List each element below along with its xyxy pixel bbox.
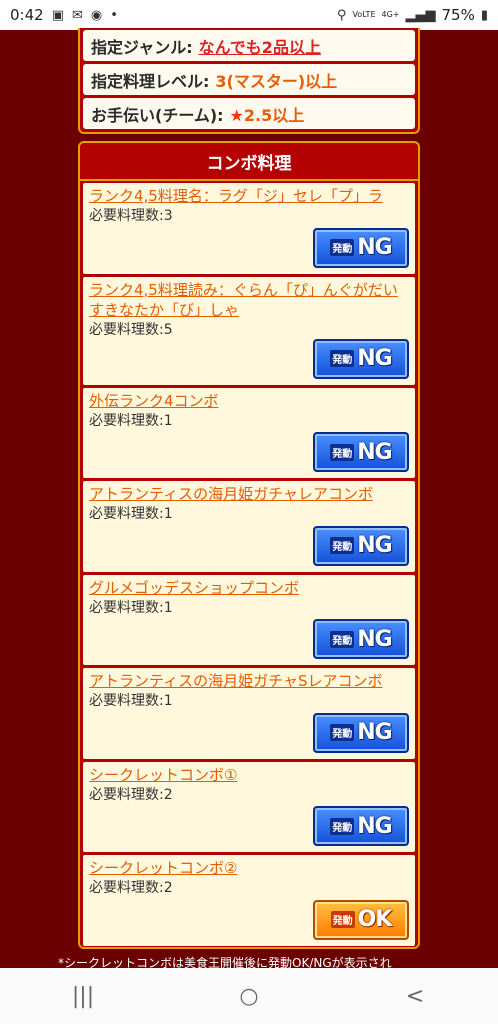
criteria-helper: お手伝い(チーム): ★2.5以上	[83, 98, 415, 129]
status-badge-ok: 発動 OK	[313, 899, 409, 940]
combo-item: アトランティスの海月姫ガチャレアコンボ 必要料理数:1 発動 NG	[83, 481, 415, 572]
combo-name-link[interactable]: シークレットコンボ①	[89, 765, 409, 785]
criteria-level: 指定料理レベル: 3(マスター)以上	[83, 64, 415, 95]
home-button[interactable]: ○	[219, 984, 279, 1009]
combo-item: 外伝ランク4コンボ 必要料理数:1 発動 NG	[83, 387, 415, 478]
criteria-genre: 指定ジャンル: なんでも2品以上	[83, 30, 415, 61]
recents-button[interactable]: |||	[53, 984, 113, 1009]
network-label: 4G+	[381, 10, 400, 19]
criteria-label: 指定ジャンル:	[91, 37, 193, 57]
combo-count: 必要料理数:1	[89, 599, 173, 616]
criteria-label: 指定料理レベル:	[91, 71, 210, 91]
status-badge-ng: 発動 NG	[313, 619, 409, 659]
combo-count: 必要料理数:5	[89, 321, 173, 338]
combo-panel: コンボ料理 ランク4,5料理名：ラグ「ジ」セレ「プ」ラ 必要料理数:3 発動 N…	[78, 141, 420, 949]
status-badge-ng: 発動 NG	[313, 432, 409, 472]
combo-item: シークレットコンボ② 必要料理数:2 発動 OK	[83, 855, 415, 946]
combo-item: ランク4,5料理読み：ぐらん「ぴ」んぐがだいすきなたか「び」しゃ 必要料理数:5…	[83, 276, 415, 385]
combo-count: 必要料理数:1	[89, 693, 173, 709]
volte-label: VoLTE	[352, 10, 376, 19]
combo-name-link[interactable]: ランク4,5料理読み：ぐらん「ぴ」んぐがだいすきなたか「び」しゃ	[89, 280, 409, 320]
combo-header: コンボ料理	[80, 143, 418, 181]
gallery-icon: ▣	[51, 7, 64, 23]
signal-icon: ▂▄▆	[405, 7, 436, 23]
mail-icon: ✉	[71, 7, 83, 23]
battery-icon: ▮	[480, 7, 488, 23]
chrome-icon: ◉	[90, 7, 103, 23]
combo-count: 必要料理数:1	[89, 412, 173, 429]
status-badge-ng: 発動 NG	[313, 525, 409, 566]
combo-name-link[interactable]: ランク4,5料理名：ラグ「ジ」セレ「プ」ラ	[89, 186, 409, 206]
combo-count: 必要料理数:1	[89, 506, 173, 522]
footnote: *シークレットコンボは美食王開催後に発動OK/NGが表示され	[58, 956, 392, 968]
battery-percent: 75%	[441, 6, 475, 24]
combo-count: 必要料理数:2	[89, 880, 173, 896]
combo-item: ランク4,5料理名：ラグ「ジ」セレ「プ」ラ 必要料理数:3 発動 NG	[83, 183, 415, 274]
back-button[interactable]: <	[385, 984, 445, 1009]
status-bar: 0:42 ▣ ✉ ◉ • ⚲ VoLTE 4G+ ▂▄▆ 75% ▮	[0, 0, 498, 30]
status-badge-ng: 発動 NG	[313, 806, 409, 846]
combo-name-link[interactable]: アトランティスの海月姫ガチャレアコンボ	[89, 484, 409, 504]
criteria-value: 3(マスター)以上	[215, 71, 338, 91]
status-time: 0:42	[10, 6, 44, 24]
combo-name-link[interactable]: アトランティスの海月姫ガチャSレアコンボ	[89, 671, 409, 691]
status-badge-ng: 発動 NG	[313, 227, 409, 268]
combo-item: シークレットコンボ① 必要料理数:2 発動 NG	[83, 761, 415, 852]
status-badge-ng: 発動 NG	[313, 712, 409, 753]
combo-count: 必要料理数:2	[89, 786, 173, 803]
criteria-value: ★2.5以上	[230, 102, 305, 126]
combo-item: アトランティスの海月姫ガチャSレアコンボ 必要料理数:1 発動 NG	[83, 668, 415, 759]
location-icon: ⚲	[336, 7, 347, 23]
combo-item: グルメゴッデスショップコンボ 必要料理数:1 発動 NG	[83, 574, 415, 665]
combo-name-link[interactable]: シークレットコンボ②	[89, 858, 409, 878]
combo-name-link[interactable]: 外伝ランク4コンボ	[89, 391, 409, 411]
dot-icon: •	[110, 7, 118, 23]
status-badge-ng: 発動 NG	[313, 338, 409, 379]
criteria-panel: 指定ジャンル: なんでも2品以上 指定料理レベル: 3(マスター)以上 お手伝い…	[78, 28, 420, 134]
genre-link[interactable]: なんでも2品以上	[199, 34, 321, 58]
combo-count: 必要料理数:3	[89, 208, 173, 224]
navigation-bar: ||| ○ <	[0, 968, 498, 1024]
star-icon: ★	[229, 105, 244, 125]
criteria-label: お手伝い(チーム):	[91, 105, 224, 125]
helper-value: 2.5以上	[243, 105, 305, 125]
combo-name-link[interactable]: グルメゴッデスショップコンボ	[89, 578, 409, 598]
